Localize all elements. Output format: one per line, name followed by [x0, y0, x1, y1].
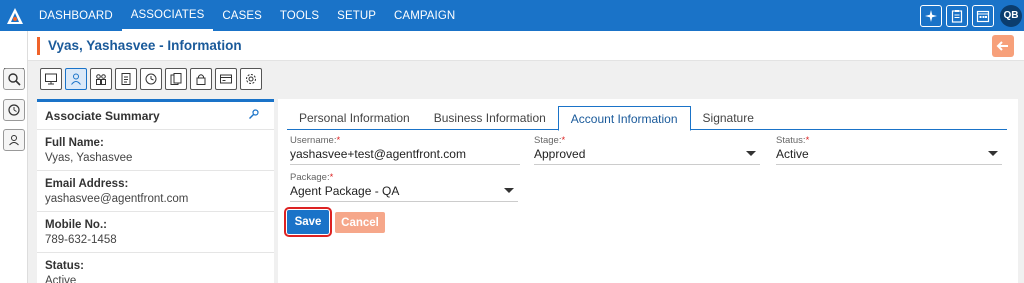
summary-label: Email Address:: [45, 178, 129, 190]
tab-personal-information[interactable]: Personal Information: [287, 106, 422, 130]
tab-signature[interactable]: Signature: [691, 106, 766, 130]
summary-label: Full Name:: [45, 137, 104, 149]
contacts-icon[interactable]: [3, 129, 25, 151]
summary-header: Associate Summary: [37, 102, 274, 130]
files-icon[interactable]: [165, 68, 187, 90]
summary-email: Email Address: yashasvee@agentfront.com: [37, 171, 274, 212]
clock-icon[interactable]: [140, 68, 162, 90]
user-avatar[interactable]: QB: [1000, 4, 1022, 27]
stage-value: Approved: [534, 147, 586, 161]
tab-account-information[interactable]: Account Information: [557, 106, 691, 131]
summary-value: yashasvee@agentfront.com: [45, 193, 189, 205]
required-mark: *: [336, 135, 341, 146]
nav-setup[interactable]: SETUP: [328, 0, 385, 31]
calendar-icon[interactable]: [972, 4, 994, 27]
summary-label: Mobile No.:: [45, 219, 107, 231]
nav-associates[interactable]: ASSOCIATES: [121, 0, 214, 31]
person-icon[interactable]: [65, 68, 87, 90]
required-mark: *: [329, 172, 334, 183]
summary-value: Vyas, Yashasvee: [45, 152, 133, 164]
card-icon[interactable]: [215, 68, 237, 90]
gear-icon[interactable]: [240, 68, 262, 90]
lock-icon[interactable]: [190, 68, 212, 90]
required-mark: *: [805, 135, 810, 146]
summary-status: Status: Active: [37, 253, 274, 283]
people-icon[interactable]: [90, 68, 112, 90]
associate-toolbar: [40, 68, 262, 90]
status-label: Status:: [776, 135, 806, 146]
summary-full-name: Full Name: Vyas, Yashasvee: [37, 130, 274, 171]
nav-right-tools: QB: [920, 0, 1024, 31]
username-label: Username:: [290, 135, 337, 146]
back-arrow-icon[interactable]: [992, 35, 1014, 57]
username-field: Username:* yashasvee+test@agentfront.com: [290, 135, 520, 165]
summary-value: Active: [45, 275, 77, 283]
chevron-down-icon: [504, 188, 514, 193]
package-select[interactable]: Agent Package - QA: [290, 183, 518, 202]
header-accent: [37, 36, 40, 55]
package-label: Package:: [290, 172, 330, 183]
stage-label: Stage:: [534, 135, 562, 146]
tab-business-information[interactable]: Business Information: [422, 106, 558, 130]
status-value: Active: [776, 147, 809, 161]
nav-tools[interactable]: TOOLS: [271, 0, 328, 31]
page-header: Vyas, Yashasvee - Information: [28, 31, 1024, 61]
document-icon[interactable]: [115, 68, 137, 90]
package-value: Agent Package - QA: [290, 184, 400, 198]
search-icon[interactable]: [3, 68, 25, 90]
summary-mobile: Mobile No.: 789-632-1458: [37, 212, 274, 253]
stage-field: Stage:* Approved: [534, 135, 760, 165]
page-title: Vyas, Yashasvee - Information: [48, 38, 242, 53]
status-select[interactable]: Active: [776, 146, 1002, 165]
account-information-card: Personal Information Business Informatio…: [278, 99, 1018, 283]
summary-title: Associate Summary: [45, 108, 160, 123]
chevron-down-icon: [988, 151, 998, 156]
monitor-icon[interactable]: [40, 68, 62, 90]
app-logo-icon[interactable]: [0, 0, 30, 31]
pin-icon[interactable]: [248, 108, 260, 123]
clipboard-icon[interactable]: [946, 4, 968, 27]
top-nav: DASHBOARD ASSOCIATES CASES TOOLS SETUP C…: [0, 0, 1024, 31]
summary-value: 789-632-1458: [45, 234, 117, 246]
info-tabs: Personal Information Business Informatio…: [287, 106, 1007, 131]
cancel-button[interactable]: Cancel: [335, 212, 385, 233]
save-button[interactable]: Save: [284, 207, 332, 237]
required-mark: *: [561, 135, 566, 146]
history-icon[interactable]: [3, 99, 25, 121]
chevron-down-icon: [746, 151, 756, 156]
associate-summary-panel: Associate Summary Full Name: Vyas, Yasha…: [37, 99, 274, 283]
package-field: Package:* Agent Package - QA: [290, 172, 518, 202]
nav-campaign[interactable]: CAMPAIGN: [385, 0, 464, 31]
nav-dashboard[interactable]: DASHBOARD: [30, 0, 122, 31]
left-rail: [0, 31, 28, 283]
summary-label: Status:: [45, 260, 84, 272]
stage-select[interactable]: Approved: [534, 146, 760, 165]
nav-cases[interactable]: CASES: [213, 0, 271, 31]
status-field: Status:* Active: [776, 135, 1002, 165]
username-input[interactable]: yashasvee+test@agentfront.com: [290, 146, 520, 165]
sparkle-icon[interactable]: [920, 4, 942, 27]
